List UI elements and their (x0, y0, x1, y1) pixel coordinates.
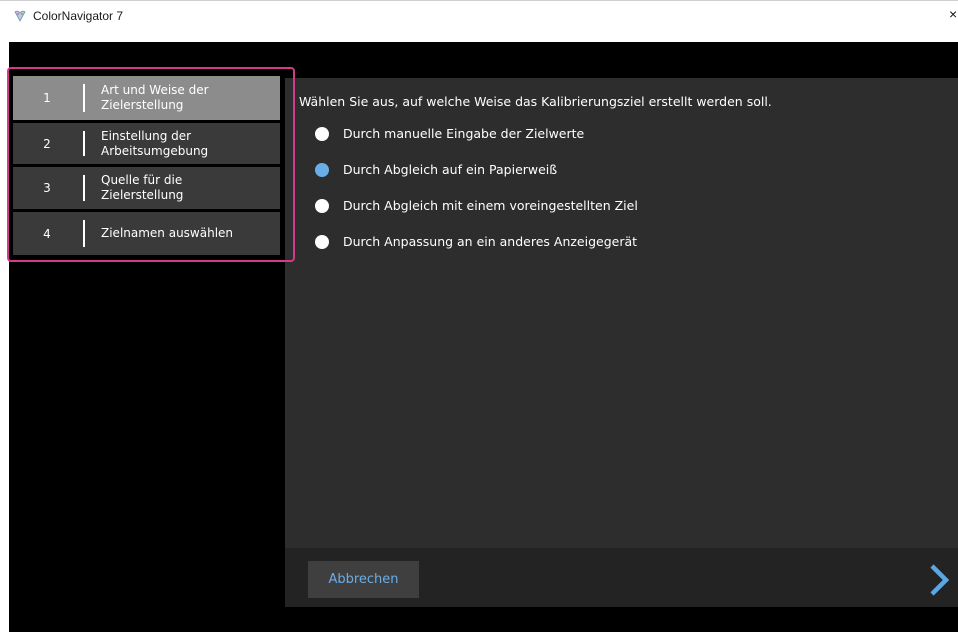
option-label: Durch Abgleich auf ein Papierweiß (343, 162, 558, 177)
cancel-button[interactable]: Abbrechen (308, 561, 419, 598)
colornavigator-icon (13, 8, 27, 22)
content-panel: Wählen Sie aus, auf welche Weise das Kal… (285, 78, 958, 607)
chevron-right-icon[interactable] (925, 563, 953, 597)
steps-highlight-frame (7, 67, 295, 262)
close-icon[interactable]: × (949, 6, 957, 22)
radio-button[interactable] (315, 235, 329, 249)
window-title: ColorNavigator 7 (33, 9, 124, 23)
radio-button-selected[interactable] (315, 163, 329, 177)
footer-bar: Abbrechen (285, 548, 958, 607)
option-label: Durch Abgleich mit einem voreingestellte… (343, 198, 638, 213)
option-label: Durch manuelle Eingabe der Zielwerte (343, 126, 585, 141)
radio-button[interactable] (315, 199, 329, 213)
option-label: Durch Anpassung an ein anderes Anzeigege… (343, 234, 638, 249)
radio-button[interactable] (315, 127, 329, 141)
instruction-text: Wählen Sie aus, auf welche Weise das Kal… (299, 94, 772, 109)
title-bar: ColorNavigator 7 × (0, 0, 958, 32)
